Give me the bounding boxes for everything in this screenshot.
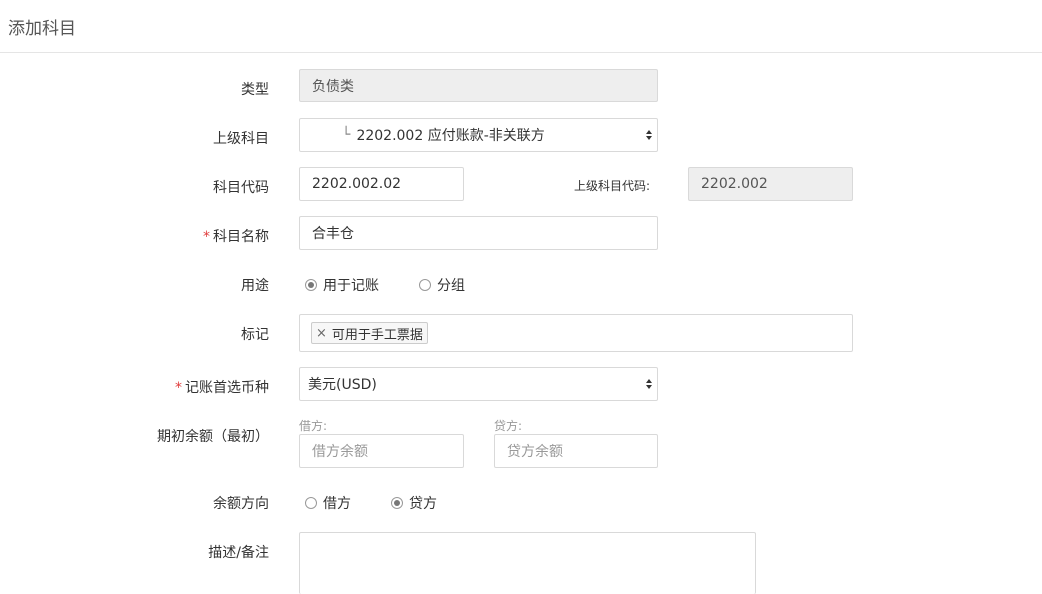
usage-option-group[interactable]: 分组 [419,275,465,295]
parent-subject-value: 2202.002 应付账款-非关联方 [356,128,545,144]
debit-balance-placeholder: 借方余额 [312,444,368,460]
tag-chip: × 可用于手工票据 [311,322,428,344]
page-header: 添加科目 [0,0,1042,53]
description-textarea[interactable] [299,532,756,594]
credit-label: 贷方: [494,419,523,433]
parent-subject-label: 上级科目 [213,131,269,147]
radio-checked-icon[interactable] [305,279,317,291]
name-value: 合丰仓 [312,226,354,242]
code-value: 2202.002.02 [312,176,402,192]
usage-label: 用途 [241,278,269,294]
usage-option-bookkeeping[interactable]: 用于记账 [305,275,379,295]
name-input[interactable]: 合丰仓 [299,216,658,250]
radio-unchecked-icon[interactable] [305,497,317,509]
opening-balance-label: 期初余额（最初） [157,429,269,445]
debit-label: 借方: [299,419,328,433]
tree-branch-icon: └ [342,127,351,143]
code-input[interactable]: 2202.002.02 [299,167,464,201]
credit-balance-input[interactable]: 贷方余额 [494,434,658,468]
type-field: 负债类 [299,69,658,102]
direction-option-credit[interactable]: 贷方 [391,493,437,513]
tags-label: 标记 [241,327,269,343]
debit-balance-input[interactable]: 借方余额 [299,434,464,468]
radio-checked-icon[interactable] [391,497,403,509]
currency-value: 美元(USD) [308,377,377,393]
page-title: 添加科目 [8,19,76,39]
type-value: 负债类 [312,78,354,95]
parent-code-field: 2202.002 [688,167,853,201]
credit-balance-placeholder: 贷方余额 [507,444,563,460]
currency-label: * 记账首选币种 [175,380,269,396]
direction-option-debit[interactable]: 借方 [305,493,351,513]
code-label: 科目代码 [213,180,269,196]
parent-code-label: 上级科目代码: [574,179,651,193]
tag-label: 可用于手工票据 [331,327,423,343]
select-arrows-icon [646,379,652,389]
currency-select[interactable]: 美元(USD) [299,367,658,401]
parent-subject-select[interactable]: └ 2202.002 应付账款-非关联方 [299,118,658,152]
type-label: 类型 [241,82,269,98]
select-arrows-icon [646,130,652,140]
required-mark: * [203,229,210,245]
tags-input[interactable]: × 可用于手工票据 [299,314,853,352]
parent-code-value: 2202.002 [701,176,768,192]
tag-remove-icon[interactable]: × [316,326,327,341]
balance-direction-label: 余额方向 [213,496,269,512]
required-mark: * [175,380,182,396]
name-label: * 科目名称 [203,229,269,245]
radio-unchecked-icon[interactable] [419,279,431,291]
description-label: 描述/备注 [208,545,269,561]
